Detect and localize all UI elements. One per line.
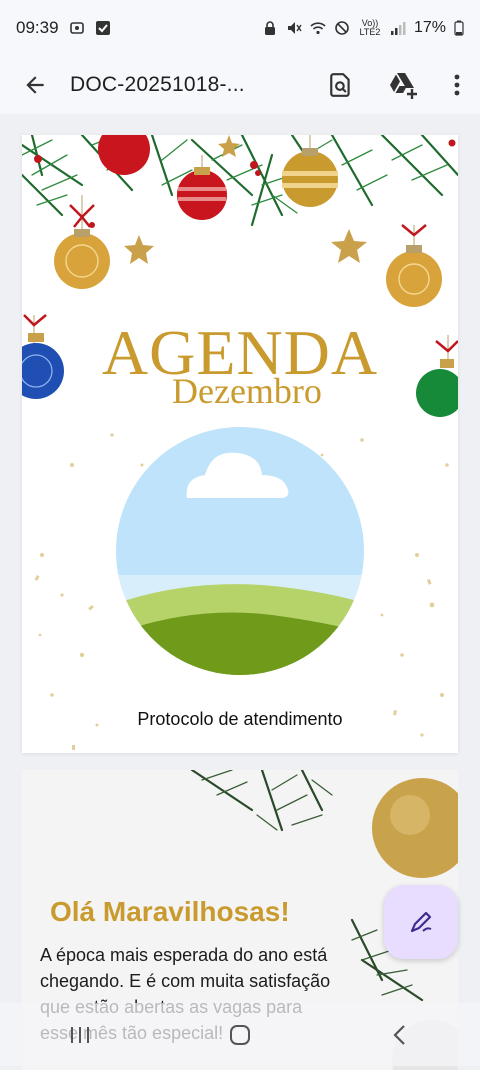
document-search-icon	[330, 73, 350, 97]
nav-back-button[interactable]	[360, 1003, 440, 1066]
arrow-left-icon	[26, 76, 44, 94]
back-chevron-icon	[393, 1024, 405, 1045]
lock-icon	[264, 21, 275, 35]
protocol-caption: Protocolo de atendimento	[137, 709, 343, 729]
system-navigation-bar	[0, 1003, 480, 1066]
google-drive-add-icon	[390, 73, 417, 99]
app-bar: DOC-20251018-...	[0, 56, 480, 114]
checkbox-notification-icon	[95, 21, 110, 35]
edit-pen-icon	[410, 911, 432, 933]
back-button[interactable]	[0, 56, 70, 114]
greeting-heading: Olá Maravilhosas!	[50, 896, 290, 927]
network-label: Vo)) LTE2	[359, 18, 381, 37]
more-vert-icon	[454, 74, 460, 96]
status-right: Vo)) LTE2 17%	[262, 19, 464, 37]
edit-fab[interactable]	[384, 885, 458, 959]
status-time: 09:39	[16, 18, 59, 37]
do-not-disturb-icon	[335, 21, 349, 35]
home-button[interactable]	[200, 1003, 280, 1066]
save-to-drive-button[interactable]	[372, 56, 434, 114]
battery-percent: 17%	[413, 19, 446, 36]
more-options-button[interactable]	[434, 56, 480, 114]
christmas-decoration-illustration	[22, 135, 458, 750]
signal-icon	[390, 22, 406, 35]
status-left: 09:39	[16, 18, 111, 38]
screenshot-icon	[69, 22, 84, 34]
wifi-icon	[310, 22, 326, 35]
battery-icon	[454, 20, 464, 36]
mute-icon	[287, 22, 302, 34]
status-bar: 09:39 Vo)) LTE2 17%	[0, 0, 480, 56]
document-page-1: AGENDA Dezembro Protocolo de atendimento	[22, 135, 458, 753]
agenda-subtitle: Dezembro	[172, 371, 322, 411]
document-title: DOC-20251018-...	[70, 73, 245, 96]
recent-apps-icon	[71, 1026, 89, 1043]
recent-apps-button[interactable]	[40, 1003, 120, 1066]
home-icon	[230, 1024, 250, 1045]
search-document-button[interactable]	[310, 56, 372, 114]
